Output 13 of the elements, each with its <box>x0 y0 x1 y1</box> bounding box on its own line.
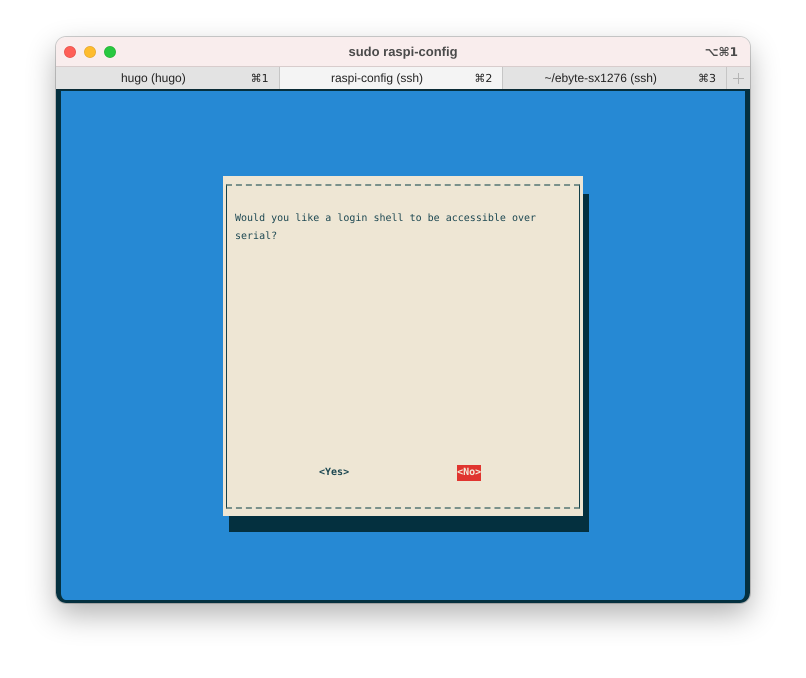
tab-shortcut: ⌘1 <box>250 72 269 84</box>
dialog-message: Would you like a login shell to be accessible over serial? <box>235 212 538 244</box>
tab[interactable]: raspi-config (ssh) ⌘2 <box>280 67 504 89</box>
close-icon[interactable] <box>64 46 76 58</box>
minimize-icon[interactable] <box>84 46 96 58</box>
plus-icon <box>733 72 744 84</box>
tab-shortcut: ⌘2 <box>474 72 492 84</box>
dialog-button[interactable]: <Yes> <box>319 465 350 481</box>
tab-shortcut: ⌘3 <box>698 72 716 84</box>
zoom-icon[interactable] <box>104 46 116 58</box>
dialog-button[interactable]: <No> <box>457 465 482 481</box>
window-shortcut: ⌥⌘1 <box>704 44 738 58</box>
window-title: sudo raspi-config <box>348 44 458 59</box>
